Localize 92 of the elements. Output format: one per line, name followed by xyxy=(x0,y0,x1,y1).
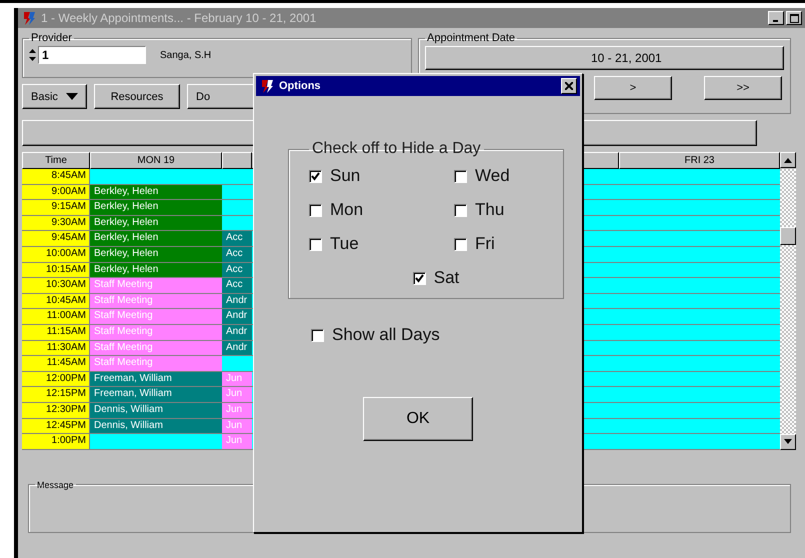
checkbox[interactable] xyxy=(309,204,322,216)
dialog-title: Options xyxy=(279,80,322,92)
checkbox-label[interactable]: Sat xyxy=(434,268,460,288)
appointment-cell[interactable]: Andr xyxy=(222,340,252,356)
toolbar-button[interactable]: Resources xyxy=(94,84,180,109)
time-cell: 9:00AM xyxy=(22,184,90,200)
time-cell: 10:30AM xyxy=(22,278,90,294)
time-cell: 9:30AM xyxy=(22,216,90,232)
checkbox-label[interactable]: Show all Days xyxy=(332,325,440,345)
scroll-thumb[interactable] xyxy=(780,227,796,245)
close-icon xyxy=(565,82,573,90)
next-button[interactable]: > xyxy=(594,76,672,100)
appointment-cell[interactable]: Acc xyxy=(222,278,252,294)
checkbox[interactable] xyxy=(311,328,324,342)
appointment-cell[interactable]: Acc xyxy=(222,231,252,247)
column-header[interactable]: MON 19 xyxy=(90,152,222,169)
time-cell: 8:45AM xyxy=(22,169,90,185)
time-cell: 9:45AM xyxy=(22,231,90,247)
column-header[interactable] xyxy=(583,152,619,169)
column-header[interactable]: Time xyxy=(22,152,90,169)
appointment-cell[interactable]: Freeman, William xyxy=(90,387,222,403)
app-logo-icon xyxy=(259,78,275,94)
checkbox[interactable] xyxy=(309,170,322,182)
checkbox[interactable] xyxy=(454,238,467,250)
time-cell: 12:30PM xyxy=(22,402,90,418)
provider-number-field[interactable]: 1 xyxy=(38,46,146,64)
time-cell: 10:15AM xyxy=(22,262,90,278)
appointment-cell[interactable]: Berkley, Helen xyxy=(90,200,222,216)
close-button[interactable] xyxy=(561,78,577,94)
scroll-up-button[interactable] xyxy=(780,152,796,168)
group-label: Check off to Hide a Day xyxy=(311,140,482,158)
spin-icon[interactable] xyxy=(29,49,36,61)
appointment-cell[interactable]: Berkley, Helen xyxy=(90,184,222,200)
column-header[interactable] xyxy=(222,152,252,169)
app-logo-icon xyxy=(21,10,37,26)
time-cell: 1:00PM xyxy=(22,434,90,450)
provider-name: Sanga, S.H xyxy=(160,50,212,60)
checkbox[interactable] xyxy=(309,238,322,250)
appointment-cell[interactable]: Dennis, William xyxy=(90,418,222,434)
appointment-cell[interactable]: Andr xyxy=(222,324,252,341)
maximize-button[interactable] xyxy=(786,11,802,25)
appointment-cell[interactable]: Acc xyxy=(222,246,252,263)
appointment-cell[interactable]: Berkley, Helen xyxy=(90,231,222,247)
checkbox-label[interactable]: Thu xyxy=(475,200,504,220)
checkbox-label[interactable]: Mon xyxy=(330,200,364,220)
time-cell: 11:00AM xyxy=(22,309,90,325)
column-header[interactable]: FRI 23 xyxy=(619,152,780,169)
appointment-cell[interactable] xyxy=(90,169,222,185)
up-arrow-icon xyxy=(784,158,792,162)
checkbox-label[interactable]: Sun xyxy=(330,166,360,186)
time-cell: 11:30AM xyxy=(22,340,90,356)
checkbox-label[interactable]: Wed xyxy=(475,166,510,186)
time-cell: 10:45AM xyxy=(22,294,90,310)
time-cell: 12:00PM xyxy=(22,372,90,388)
time-cell: 11:45AM xyxy=(22,356,90,372)
time-cell: 11:15AM xyxy=(22,324,90,341)
checkbox[interactable] xyxy=(412,272,426,284)
checkbox[interactable] xyxy=(454,170,467,182)
time-cell: 12:45PM xyxy=(22,418,90,434)
maximize-icon xyxy=(790,14,798,22)
time-cell: 9:15AM xyxy=(22,200,90,216)
group-label: Provider xyxy=(30,32,73,44)
appointment-cell[interactable] xyxy=(222,184,252,200)
toolbar-button[interactable]: Basic xyxy=(22,84,87,109)
group-label: Appointment Date xyxy=(426,32,516,44)
time-cell: 10:00AM xyxy=(22,246,90,263)
scroll-down-button[interactable] xyxy=(780,434,796,450)
appointment-cell[interactable]: Andr xyxy=(222,294,252,310)
appointment-cell[interactable] xyxy=(222,356,252,372)
appointment-cell[interactable] xyxy=(222,216,252,232)
appointment-cell[interactable] xyxy=(222,169,252,185)
ok-button[interactable]: OK xyxy=(363,397,473,441)
checkbox-label[interactable]: Tue xyxy=(330,234,359,254)
window-title: 1 - Weekly Appointments... - February 10 - 21, 2001 xyxy=(41,11,318,25)
appointment-cell[interactable]: Freeman, William xyxy=(90,372,222,388)
appointment-cell[interactable]: Acc xyxy=(222,262,252,278)
appointment-cell[interactable]: Dennis, William xyxy=(90,402,222,418)
appointment-cell[interactable]: Andr xyxy=(222,309,252,325)
appointment-cell[interactable] xyxy=(90,434,222,450)
time-cell: 12:15PM xyxy=(22,387,90,403)
down-arrow-icon xyxy=(784,439,792,444)
checkbox[interactable] xyxy=(454,204,467,216)
group-label: Message xyxy=(36,480,75,490)
next-button[interactable]: >> xyxy=(704,76,782,100)
appointment-cell[interactable] xyxy=(222,200,252,216)
appointment-cell[interactable]: Berkley, Helen xyxy=(90,216,222,232)
date-range-button[interactable]: 10 - 21, 2001 xyxy=(425,46,784,70)
dropdown-arrow-icon xyxy=(66,93,78,100)
minimize-button[interactable] xyxy=(768,11,784,25)
appointment-cell[interactable]: Berkley, Helen xyxy=(90,262,222,278)
checkbox-label[interactable]: Fri xyxy=(475,234,495,254)
appointment-cell[interactable]: Berkley, Helen xyxy=(90,246,222,263)
